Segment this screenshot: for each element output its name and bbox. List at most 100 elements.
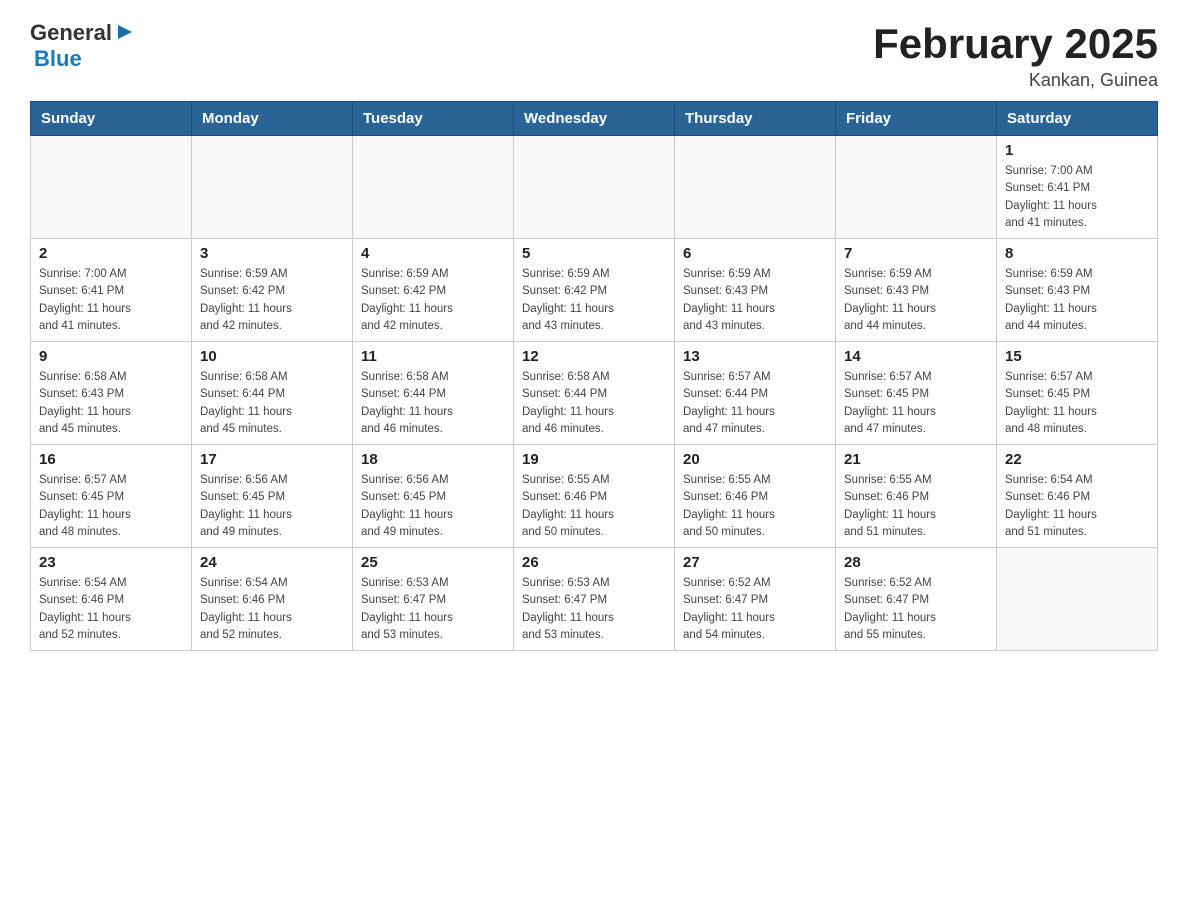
day-info: Sunrise: 6:57 AM Sunset: 6:45 PM Dayligh…	[1005, 369, 1149, 438]
day-number: 23	[39, 554, 183, 571]
calendar-cell	[514, 136, 675, 239]
week-row-2: 2 Sunrise: 7:00 AM Sunset: 6:41 PM Daylig…	[31, 239, 1158, 342]
calendar-cell	[31, 136, 192, 239]
calendar-cell: 4 Sunrise: 6:59 AM Sunset: 6:42 PM Daylig…	[353, 239, 514, 342]
calendar-subtitle: Kankan, Guinea	[873, 70, 1158, 91]
day-number: 12	[522, 348, 666, 365]
calendar-cell	[997, 548, 1158, 651]
day-info: Sunrise: 6:59 AM Sunset: 6:42 PM Dayligh…	[361, 266, 505, 335]
day-info: Sunrise: 6:54 AM Sunset: 6:46 PM Dayligh…	[1005, 472, 1149, 541]
day-number: 5	[522, 245, 666, 262]
day-info: Sunrise: 6:58 AM Sunset: 6:44 PM Dayligh…	[522, 369, 666, 438]
calendar-cell: 1 Sunrise: 7:00 AM Sunset: 6:41 PM Daylig…	[997, 136, 1158, 239]
day-number: 10	[200, 348, 344, 365]
calendar-cell: 6 Sunrise: 6:59 AM Sunset: 6:43 PM Daylig…	[675, 239, 836, 342]
day-number: 22	[1005, 451, 1149, 468]
day-info: Sunrise: 6:52 AM Sunset: 6:47 PM Dayligh…	[844, 575, 988, 644]
day-info: Sunrise: 7:00 AM Sunset: 6:41 PM Dayligh…	[39, 266, 183, 335]
calendar-cell	[353, 136, 514, 239]
day-info: Sunrise: 6:59 AM Sunset: 6:43 PM Dayligh…	[683, 266, 827, 335]
day-info: Sunrise: 6:58 AM Sunset: 6:43 PM Dayligh…	[39, 369, 183, 438]
day-info: Sunrise: 6:55 AM Sunset: 6:46 PM Dayligh…	[844, 472, 988, 541]
calendar-cell: 19 Sunrise: 6:55 AM Sunset: 6:46 PM Dayli…	[514, 445, 675, 548]
day-number: 26	[522, 554, 666, 571]
calendar-cell: 28 Sunrise: 6:52 AM Sunset: 6:47 PM Dayli…	[836, 548, 997, 651]
day-number: 20	[683, 451, 827, 468]
week-row-5: 23 Sunrise: 6:54 AM Sunset: 6:46 PM Dayli…	[31, 548, 1158, 651]
calendar-cell: 17Sunrise: 6:56 AM Sunset: 6:45 PM Dayli…	[192, 445, 353, 548]
calendar-cell: 14 Sunrise: 6:57 AM Sunset: 6:45 PM Dayli…	[836, 342, 997, 445]
calendar-cell: 5Sunrise: 6:59 AM Sunset: 6:42 PM Daylig…	[514, 239, 675, 342]
day-number: 25	[361, 554, 505, 571]
page-header: General Blue February 2025 Kankan, Guine…	[30, 20, 1158, 91]
day-info: Sunrise: 6:59 AM Sunset: 6:43 PM Dayligh…	[1005, 266, 1149, 335]
day-number: 13	[683, 348, 827, 365]
weekday-header-thursday: Thursday	[675, 102, 836, 136]
calendar-cell: 22 Sunrise: 6:54 AM Sunset: 6:46 PM Dayli…	[997, 445, 1158, 548]
day-info: Sunrise: 6:54 AM Sunset: 6:46 PM Dayligh…	[200, 575, 344, 644]
day-number: 24	[200, 554, 344, 571]
calendar-cell: 9 Sunrise: 6:58 AM Sunset: 6:43 PM Daylig…	[31, 342, 192, 445]
day-info: Sunrise: 6:57 AM Sunset: 6:45 PM Dayligh…	[844, 369, 988, 438]
calendar-cell: 18 Sunrise: 6:56 AM Sunset: 6:45 PM Dayli…	[353, 445, 514, 548]
weekday-header-friday: Friday	[836, 102, 997, 136]
logo-general-text: General	[30, 20, 112, 46]
calendar-cell	[836, 136, 997, 239]
day-info: Sunrise: 6:59 AM Sunset: 6:43 PM Dayligh…	[844, 266, 988, 335]
calendar-cell: 20 Sunrise: 6:55 AM Sunset: 6:46 PM Dayli…	[675, 445, 836, 548]
day-number: 3	[200, 245, 344, 262]
calendar-cell: 23 Sunrise: 6:54 AM Sunset: 6:46 PM Dayli…	[31, 548, 192, 651]
day-info: Sunrise: 6:58 AM Sunset: 6:44 PM Dayligh…	[361, 369, 505, 438]
weekday-header-saturday: Saturday	[997, 102, 1158, 136]
day-info: Sunrise: 6:57 AM Sunset: 6:44 PM Dayligh…	[683, 369, 827, 438]
day-info: Sunrise: 6:54 AM Sunset: 6:46 PM Dayligh…	[39, 575, 183, 644]
calendar-cell: 21Sunrise: 6:55 AM Sunset: 6:46 PM Dayli…	[836, 445, 997, 548]
day-number: 2	[39, 245, 183, 262]
calendar-cell: 8Sunrise: 6:59 AM Sunset: 6:43 PM Daylig…	[997, 239, 1158, 342]
weekday-header-tuesday: Tuesday	[353, 102, 514, 136]
day-info: Sunrise: 6:56 AM Sunset: 6:45 PM Dayligh…	[200, 472, 344, 541]
week-row-4: 16 Sunrise: 6:57 AM Sunset: 6:45 PM Dayli…	[31, 445, 1158, 548]
day-number: 7	[844, 245, 988, 262]
calendar-cell: 25 Sunrise: 6:53 AM Sunset: 6:47 PM Dayli…	[353, 548, 514, 651]
calendar-title: February 2025	[873, 20, 1158, 68]
day-info: Sunrise: 6:59 AM Sunset: 6:42 PM Dayligh…	[200, 266, 344, 335]
week-row-3: 9 Sunrise: 6:58 AM Sunset: 6:43 PM Daylig…	[31, 342, 1158, 445]
calendar-cell: 2 Sunrise: 7:00 AM Sunset: 6:41 PM Daylig…	[31, 239, 192, 342]
day-info: Sunrise: 6:58 AM Sunset: 6:44 PM Dayligh…	[200, 369, 344, 438]
logo-triangle-icon	[114, 21, 136, 43]
day-info: Sunrise: 6:56 AM Sunset: 6:45 PM Dayligh…	[361, 472, 505, 541]
calendar-cell: 27Sunrise: 6:52 AM Sunset: 6:47 PM Dayli…	[675, 548, 836, 651]
day-info: Sunrise: 7:00 AM Sunset: 6:41 PM Dayligh…	[1005, 163, 1149, 232]
calendar-cell: 26 Sunrise: 6:53 AM Sunset: 6:47 PM Dayli…	[514, 548, 675, 651]
calendar-cell	[675, 136, 836, 239]
day-number: 19	[522, 451, 666, 468]
logo: General Blue	[30, 20, 136, 72]
day-info: Sunrise: 6:55 AM Sunset: 6:46 PM Dayligh…	[683, 472, 827, 541]
day-number: 14	[844, 348, 988, 365]
calendar-cell: 3 Sunrise: 6:59 AM Sunset: 6:42 PM Daylig…	[192, 239, 353, 342]
calendar-cell: 7 Sunrise: 6:59 AM Sunset: 6:43 PM Daylig…	[836, 239, 997, 342]
day-info: Sunrise: 6:55 AM Sunset: 6:46 PM Dayligh…	[522, 472, 666, 541]
weekday-header-sunday: Sunday	[31, 102, 192, 136]
day-number: 6	[683, 245, 827, 262]
day-info: Sunrise: 6:53 AM Sunset: 6:47 PM Dayligh…	[361, 575, 505, 644]
weekday-header-wednesday: Wednesday	[514, 102, 675, 136]
calendar-table: SundayMondayTuesdayWednesdayThursdayFrid…	[30, 101, 1158, 651]
calendar-cell: 13 Sunrise: 6:57 AM Sunset: 6:44 PM Dayli…	[675, 342, 836, 445]
day-info: Sunrise: 6:57 AM Sunset: 6:45 PM Dayligh…	[39, 472, 183, 541]
calendar-title-block: February 2025 Kankan, Guinea	[873, 20, 1158, 91]
day-info: Sunrise: 6:53 AM Sunset: 6:47 PM Dayligh…	[522, 575, 666, 644]
calendar-cell: 12 Sunrise: 6:58 AM Sunset: 6:44 PM Dayli…	[514, 342, 675, 445]
day-number: 18	[361, 451, 505, 468]
day-number: 15	[1005, 348, 1149, 365]
day-number: 27	[683, 554, 827, 571]
weekday-header-row: SundayMondayTuesdayWednesdayThursdayFrid…	[31, 102, 1158, 136]
calendar-cell: 10 Sunrise: 6:58 AM Sunset: 6:44 PM Dayli…	[192, 342, 353, 445]
day-number: 1	[1005, 142, 1149, 159]
day-number: 9	[39, 348, 183, 365]
day-number: 16	[39, 451, 183, 468]
calendar-cell	[192, 136, 353, 239]
day-number: 28	[844, 554, 988, 571]
day-number: 4	[361, 245, 505, 262]
